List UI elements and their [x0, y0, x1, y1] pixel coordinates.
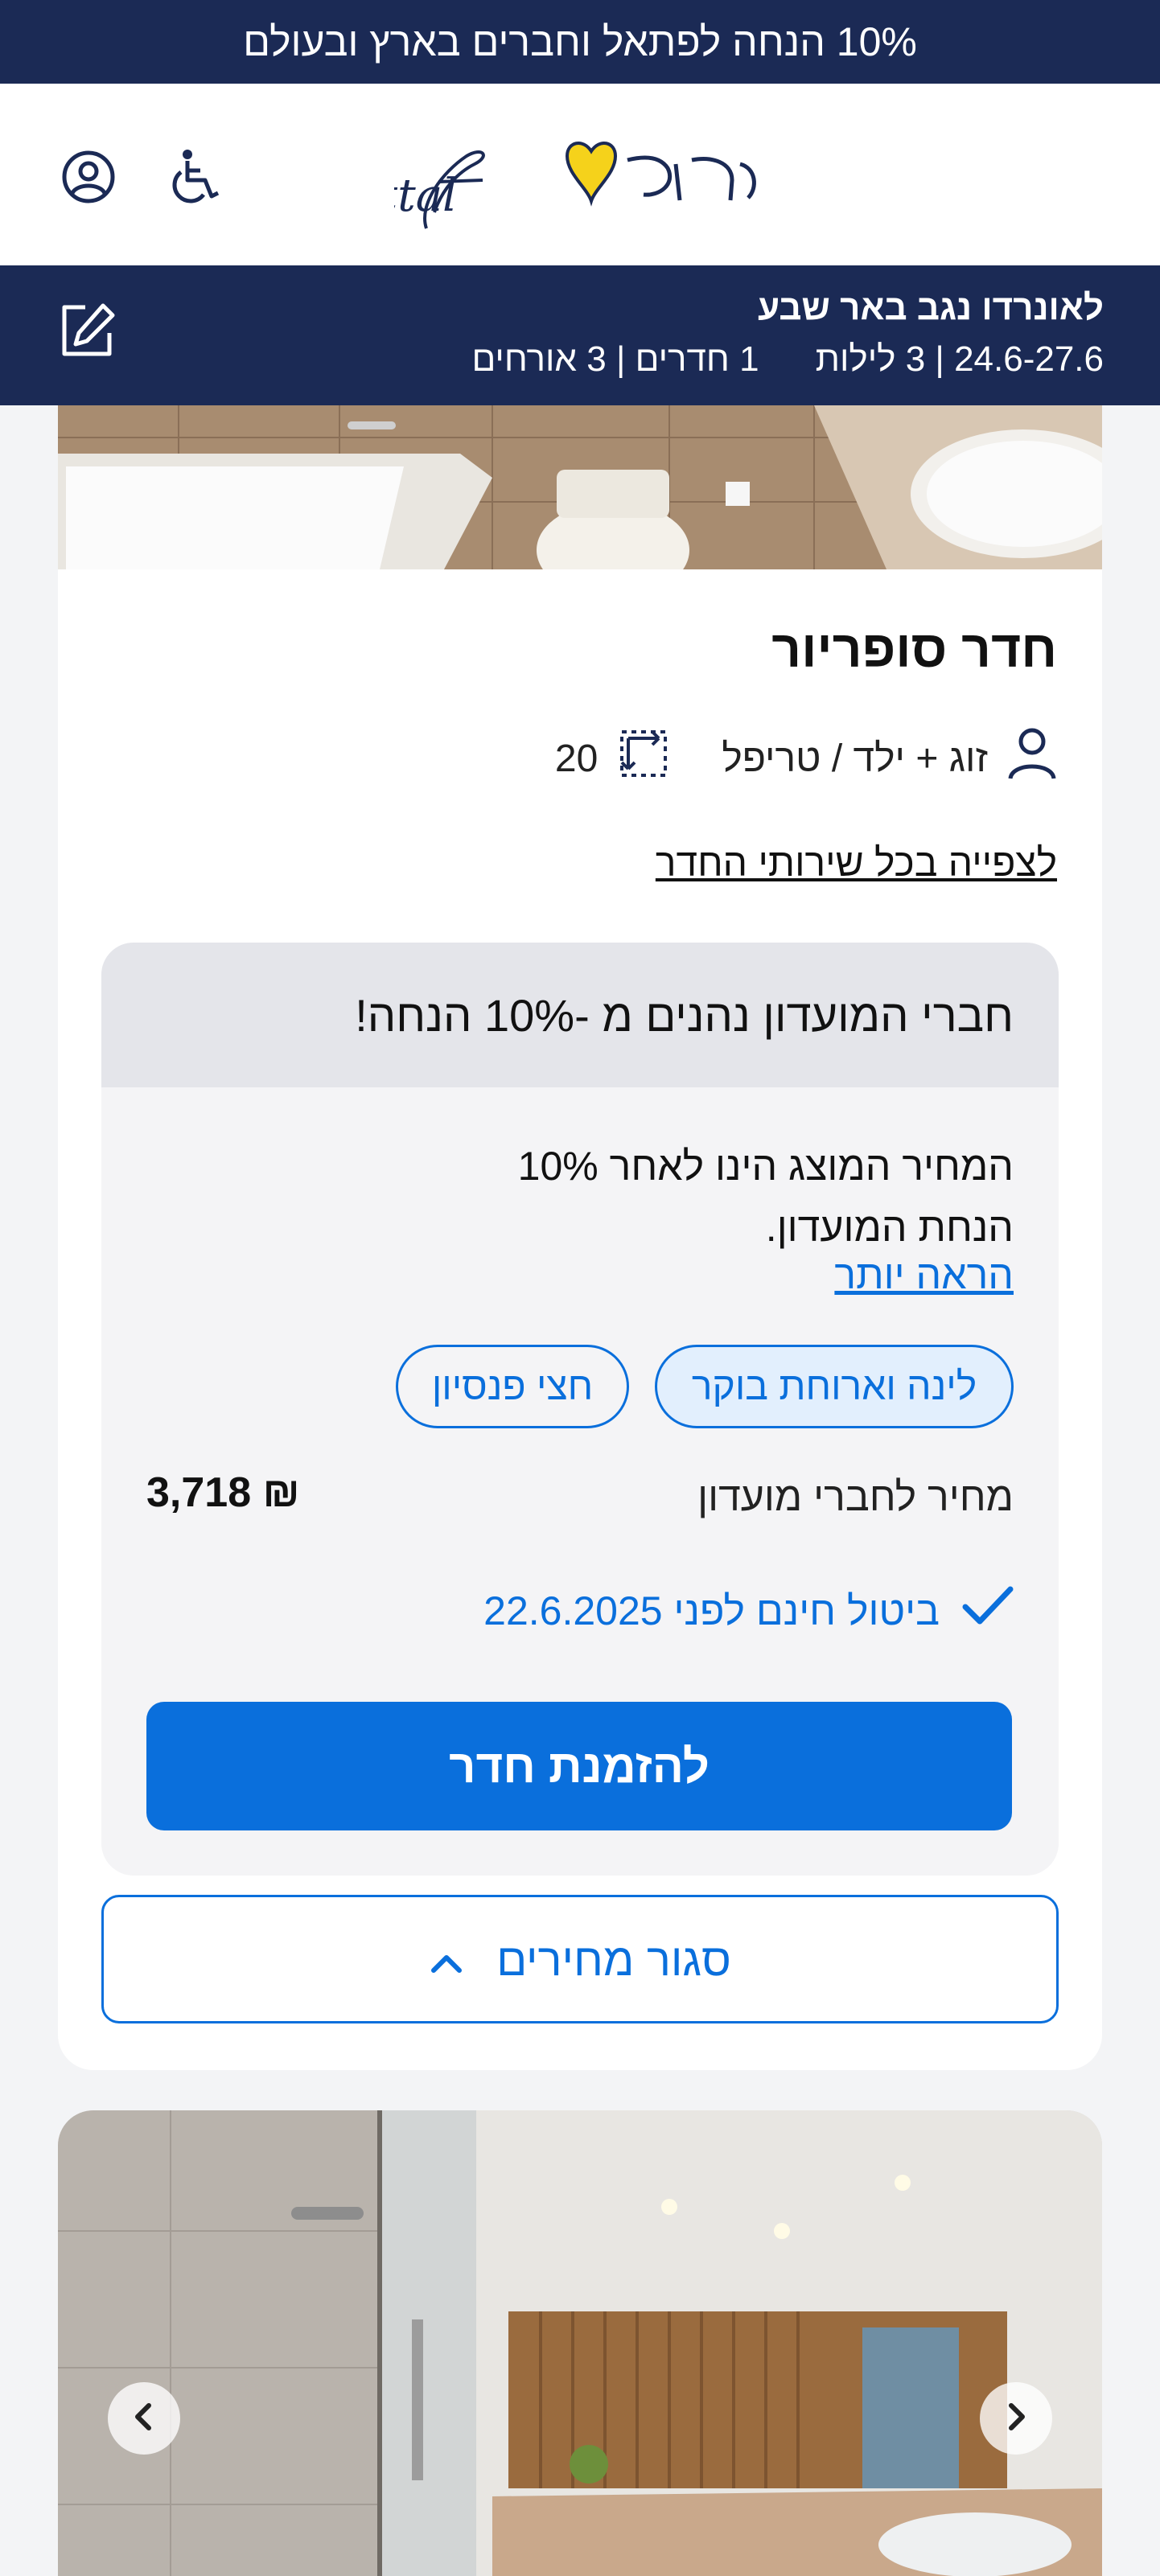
rooms-guests: 1 חדרים | 3 אורחים [471, 339, 759, 379]
dates-nights: 24.6-27.6 | 3 לילות [815, 339, 1104, 379]
close-prices-button[interactable]: סגור מחירים [101, 1895, 1059, 2023]
club-offer-panel: חברי המועדון נהנים מ -10% הנחה! המחיר המ… [101, 943, 1059, 1876]
board-option-label: לינה וארוחת בוקר [691, 1365, 977, 1408]
wheelchair-icon[interactable] [166, 146, 227, 207]
room-occupancy: זוג + ילד / טריפל [722, 737, 988, 780]
next-room-photo[interactable] [58, 2110, 1102, 2576]
board-option-half-board[interactable]: חצי פנסיון [396, 1345, 629, 1428]
carousel-next-button[interactable] [980, 2382, 1052, 2455]
cancellation-text: ביטול חינם לפני 22.6.2025 [483, 1588, 940, 1633]
show-more-link[interactable]: הראה יותר [834, 1251, 1014, 1298]
carousel-prev-button[interactable] [108, 2382, 180, 2455]
room-size-icon [617, 727, 670, 790]
book-room-button[interactable]: להזמנת חדר [146, 1702, 1012, 1830]
room-photo[interactable] [58, 405, 1102, 569]
free-cancellation: ביטול חינם לפני 22.6.2025 [483, 1586, 1014, 1636]
room-card: חדר סופריור זוג + ילד / טריפל 20 לצפייה … [58, 405, 1102, 2070]
user-circle-icon[interactable] [58, 146, 119, 207]
booking-summary[interactable]: לאונרדו נגב באר שבע 24.6-27.6 | 3 לילות … [0, 265, 1160, 405]
club-heading: חברי המועדון נהנים מ -10% הנחה! [101, 943, 1059, 1087]
promo-banner[interactable]: 10% הנחה לפתאל וחברים בארץ ובעולם [0, 0, 1160, 84]
room-meta: זוג + ילד / טריפל 20 [555, 727, 1057, 790]
room-services-link[interactable]: לצפייה בכל שירותי החדר [656, 841, 1057, 885]
board-option-label: חצי פנסיון [431, 1365, 594, 1408]
room-size: 20 [554, 737, 599, 780]
price-value: ₪ 3,718 [146, 1469, 300, 1516]
check-icon [962, 1586, 1014, 1636]
person-icon [1007, 727, 1057, 790]
edit-icon[interactable] [55, 299, 119, 364]
price-label: מחיר לחברי מועדון [697, 1474, 1014, 1519]
close-prices-label: סגור מחירים [496, 1933, 731, 1985]
chevron-up-icon [429, 1933, 464, 1986]
promo-text: 10% הנחה לפתאל וחברים בארץ ובעולם [243, 19, 917, 64]
club-description: המחיר המוצג הינו לאחר 10% הנחת המועדון. [517, 1144, 1014, 1250]
svg-text:attal: attal [394, 170, 457, 222]
board-option-breakfast[interactable]: לינה וארוחת בוקר [655, 1345, 1014, 1428]
chevron-left-icon [131, 2401, 157, 2437]
site-header: attal [0, 84, 1160, 265]
room-title: חדר סופריור [771, 620, 1057, 678]
hotel-name: לאונרדו נגב באר שבע [758, 288, 1104, 327]
fattal-logo[interactable]: attal [394, 124, 764, 236]
chevron-right-icon [1003, 2401, 1029, 2437]
booking-details: 24.6-27.6 | 3 לילות 1 חדרים | 3 אורחים [471, 339, 1104, 380]
